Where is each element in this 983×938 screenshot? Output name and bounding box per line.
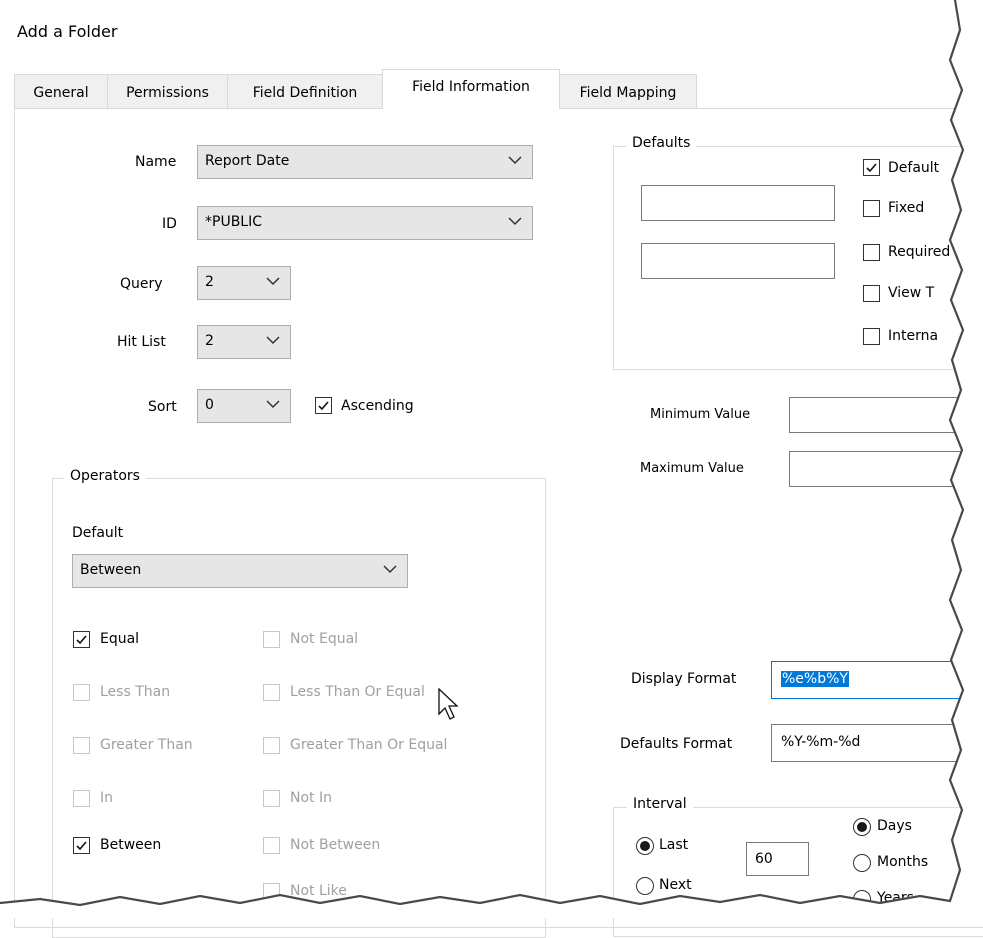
add-folder-dialog: Add a Folder General Permissions Field D… xyxy=(0,0,983,938)
tab-field-information[interactable]: Field Information xyxy=(382,69,560,109)
torn-edge-decoration xyxy=(0,0,983,918)
